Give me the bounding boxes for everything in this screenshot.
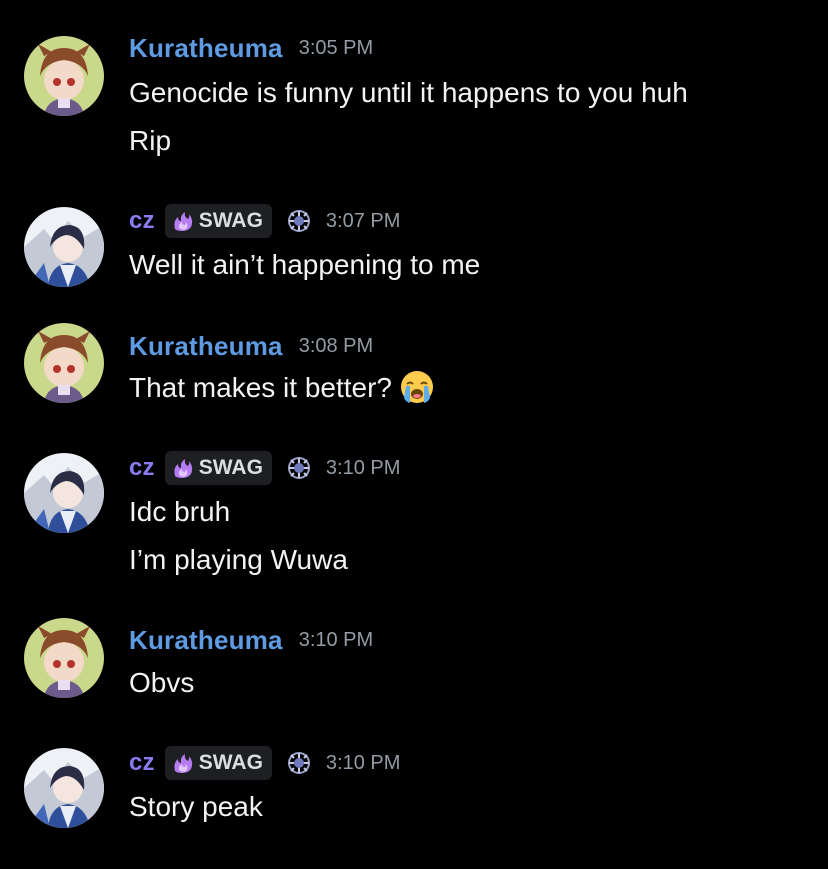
timestamp: 3:07 PM — [325, 209, 401, 232]
timestamp: 3:05 PM — [298, 36, 374, 59]
avatar-cz[interactable] — [24, 207, 104, 287]
username[interactable]: cz — [129, 207, 155, 235]
avatar-kuratheuma[interactable] — [24, 618, 104, 698]
timestamp: 3:08 PM — [298, 334, 374, 357]
timestamp: 3:10 PM — [325, 456, 401, 479]
message-header: Kuratheuma 3:10 PM — [129, 623, 373, 657]
avatar-cz[interactable] — [24, 748, 104, 828]
guild-tag-label: SWAG — [198, 751, 263, 774]
message-header: Kuratheuma 3:05 PM — [129, 31, 373, 65]
username[interactable]: cz — [129, 749, 155, 777]
guild-tag-label: SWAG — [198, 209, 263, 232]
message-text: Obvs — [129, 667, 195, 698]
message-text: Genocide is funny until it happens to yo… — [129, 77, 688, 108]
guild-crest-icon[interactable] — [286, 455, 312, 481]
guild-tag[interactable]: SWAG — [164, 451, 272, 485]
username[interactable]: Kuratheuma — [129, 33, 283, 64]
purple-flame-icon — [172, 753, 194, 773]
guild-tag-label: SWAG — [198, 456, 263, 479]
guild-crest-icon[interactable] — [286, 208, 312, 234]
message-header: cz SWAG 3:07 PM — [129, 204, 400, 238]
message-text: That makes it better? — [129, 370, 434, 406]
guild-tag[interactable]: SWAG — [164, 746, 272, 780]
username[interactable]: cz — [129, 454, 155, 482]
message-header: cz SWAG 3:10 PM — [129, 451, 400, 485]
guild-tag[interactable]: SWAG — [164, 204, 272, 238]
timestamp: 3:10 PM — [298, 628, 374, 651]
username[interactable]: Kuratheuma — [129, 625, 283, 656]
purple-flame-icon — [172, 458, 194, 478]
avatar-kuratheuma[interactable] — [24, 323, 104, 403]
purple-flame-icon — [172, 211, 194, 231]
message-text: Idc bruh — [129, 496, 231, 527]
message-text: Story peak — [129, 791, 263, 822]
message-text: Well it ain’t happening to me — [129, 249, 481, 280]
message-text: Rip — [129, 125, 172, 156]
message-text: I’m playing Wuwa — [129, 544, 348, 575]
chat-message-list: Kuratheuma 3:05 PM Genocide is funny unt… — [0, 0, 828, 869]
username[interactable]: Kuratheuma — [129, 331, 283, 362]
message-header: cz SWAG 3:10 PM — [129, 746, 400, 780]
loudly-crying-face-emoji[interactable] — [400, 370, 434, 413]
avatar-kuratheuma[interactable] — [24, 36, 104, 116]
message-header: Kuratheuma 3:08 PM — [129, 329, 373, 363]
avatar-cz[interactable] — [24, 453, 104, 533]
timestamp: 3:10 PM — [325, 751, 401, 774]
guild-crest-icon[interactable] — [286, 750, 312, 776]
message-text-content: That makes it better? — [129, 372, 393, 403]
